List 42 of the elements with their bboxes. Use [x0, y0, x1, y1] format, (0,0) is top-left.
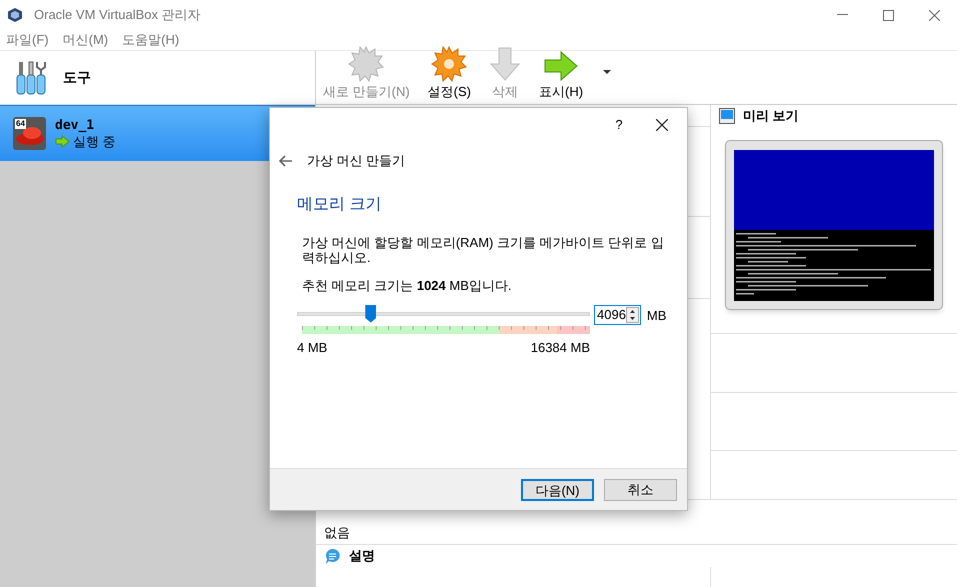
- menu-item[interactable]: 머신(M): [62, 30, 108, 50]
- description-text: 가상 머신에 할당할 메모리(RAM) 크기를 메가바이트 단위로 입력하십시오.: [301, 235, 665, 265]
- detail-heading: 설명: [349, 547, 375, 566]
- tools-icon: [15, 60, 47, 94]
- memory-spinbox[interactable]: 4096: [594, 304, 641, 324]
- close-icon: [656, 118, 668, 130]
- spin-arrows-icon: [626, 306, 639, 322]
- speech-bubble-icon: [324, 548, 341, 564]
- min-label: 4 MB: [297, 338, 328, 356]
- monitor-icon: [719, 108, 735, 124]
- memory-slider[interactable]: [297, 304, 590, 322]
- menu-item[interactable]: 도움말(H): [122, 30, 180, 50]
- hat-os-icon: [13, 117, 46, 150]
- tools-label: 도구: [63, 68, 91, 87]
- preview-title: 미리 보기: [743, 107, 799, 126]
- maximize-icon: [882, 10, 894, 20]
- menu-item[interactable]: 파일(F): [6, 30, 49, 50]
- slider-thumb[interactable]: [365, 304, 376, 322]
- arch-badge: 64: [15, 119, 26, 129]
- window-title: Oracle VM VirtualBox 관리자: [34, 6, 201, 24]
- unit-label: MB: [646, 306, 666, 324]
- close-icon: [928, 10, 940, 20]
- recommended-text: 추천 메모리 크기는 1024 MB입니다.: [301, 277, 512, 295]
- caret-icon: [603, 70, 612, 74]
- detail-value: 없음: [324, 524, 351, 542]
- toolbar-button[interactable]: 설정(S): [428, 46, 472, 101]
- back-button[interactable]: [279, 154, 293, 168]
- max-label: 16384 MB: [530, 338, 590, 356]
- back-arrow-icon: [279, 155, 293, 167]
- dialog-button[interactable]: 다음(N): [521, 478, 594, 500]
- cube-logo-icon: [7, 7, 23, 23]
- right-arrow-icon: [55, 135, 70, 148]
- vm-status: 실행 중: [73, 134, 116, 150]
- vm-name: dev_1: [55, 118, 96, 134]
- right-arrow-icon: [543, 50, 580, 82]
- gear-icon: [431, 46, 468, 82]
- dialog-button[interactable]: 취소: [604, 478, 677, 500]
- minimize-icon: [836, 14, 848, 16]
- page-heading: 메모리 크기: [297, 195, 382, 215]
- toolbar-button[interactable]: 표시(H): [539, 50, 584, 101]
- help-button[interactable]: ?: [599, 110, 639, 140]
- starburst-icon: [348, 46, 384, 82]
